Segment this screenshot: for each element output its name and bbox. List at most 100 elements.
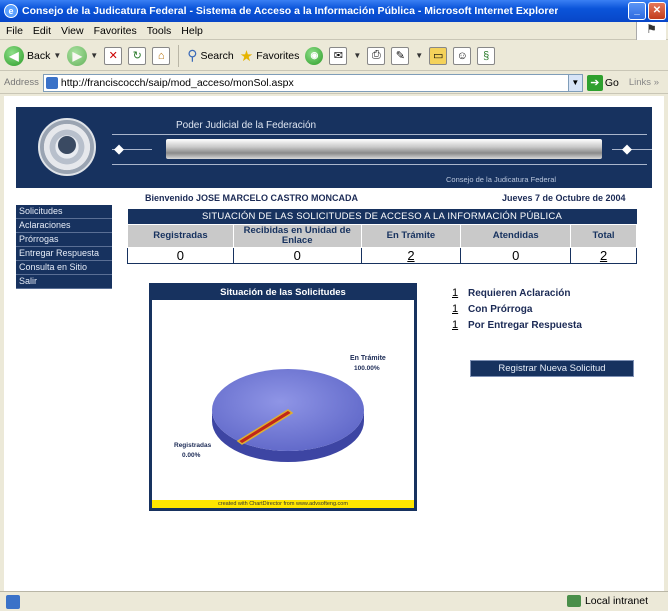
dropdown-arrow-icon: ▼: [90, 51, 99, 60]
list-item: 1 Requieren Aclaración: [452, 285, 582, 301]
header-atendidas: Atendidas: [460, 223, 572, 248]
search-label: Search: [200, 49, 234, 62]
links-button[interactable]: Links »: [629, 77, 659, 88]
page-icon: [45, 76, 58, 89]
menu-favorites[interactable]: Favorites: [94, 25, 137, 37]
address-label: Address: [4, 77, 39, 88]
close-button[interactable]: ✕: [648, 2, 666, 20]
window-title: Consejo de la Judicatura Federal - Siste…: [22, 5, 559, 17]
count-respuesta-link[interactable]: 1: [452, 319, 460, 331]
dropdown-arrow-icon: ▼: [53, 51, 62, 60]
menu-help[interactable]: Help: [181, 25, 203, 37]
menu-bar: File Edit View Favorites Tools Help: [0, 22, 668, 40]
page-content: ◆ ◆ Poder Judicial de la Federación Cons…: [4, 96, 664, 591]
go-arrow-icon: ➔: [586, 74, 603, 91]
media-icon[interactable]: ◉: [305, 46, 324, 65]
home-icon[interactable]: ⌂: [152, 46, 171, 65]
header-banner: ◆ ◆ Poder Judicial de la Federación Cons…: [16, 107, 652, 188]
back-arrow-icon: ◀: [4, 45, 24, 66]
count-aclaracion-link[interactable]: 1: [452, 287, 460, 299]
favorites-button[interactable]: ★ Favorites: [240, 47, 300, 65]
sidebar-item-aclaraciones[interactable]: Aclaraciones: [16, 219, 112, 233]
sidebar-menu: Solicitudes Aclaraciones Prórrogas Entre…: [16, 205, 112, 289]
menu-tools[interactable]: Tools: [147, 25, 172, 37]
current-date: Jueves 7 de Octubre de 2004: [502, 193, 626, 203]
national-seal-logo: [38, 118, 96, 176]
value-recibidas: 0: [232, 246, 362, 264]
print-icon[interactable]: ⎙: [367, 46, 386, 65]
favorites-label: Favorites: [256, 49, 300, 62]
count-aclaracion-label: Requieren Aclaración: [468, 287, 571, 299]
menu-file[interactable]: File: [6, 25, 23, 37]
register-request-button[interactable]: Registrar Nueva Solicitud: [470, 360, 634, 377]
go-button[interactable]: ➔ Go: [586, 74, 619, 91]
header-registradas: Registradas: [127, 223, 234, 248]
count-prorroga-link[interactable]: 1: [452, 303, 460, 315]
search-icon: ⚲: [187, 47, 198, 63]
list-item: 1 Con Prórroga: [452, 301, 582, 317]
table-caption-row: SITUACIÓN DE LAS SOLICITUDES DE ACCESO A…: [127, 209, 637, 224]
diamond-left-icon: ◆: [114, 141, 124, 156]
back-button[interactable]: ◀ Back ▼: [4, 45, 62, 66]
status-bar: Local intranet: [0, 591, 668, 611]
diamond-right-icon: ◆: [622, 141, 632, 156]
sidebar-item-prorrogas[interactable]: Prórrogas: [16, 233, 112, 247]
pie-label-registradas: Registradas: [174, 442, 212, 449]
back-label: Back: [27, 49, 51, 62]
header-en-tramite: En Trámite: [360, 223, 462, 248]
header-total: Total: [570, 223, 637, 248]
folder-icon[interactable]: ▭: [429, 46, 448, 65]
mail-icon[interactable]: ✉: [329, 46, 348, 65]
sidebar-item-entregar-respuesta[interactable]: Entregar Respuesta: [16, 247, 112, 261]
count-prorroga-label: Con Prórroga: [468, 303, 533, 315]
header-recibidas: Recibidas en Unidad de Enlace: [232, 223, 362, 248]
banner-metal-bar: [166, 139, 602, 159]
stop-icon[interactable]: ✕: [104, 46, 123, 65]
links-label: Links: [628, 77, 652, 88]
go-label: Go: [604, 76, 619, 89]
minimize-button[interactable]: _: [628, 2, 646, 20]
address-input[interactable]: http://franciscocch/saip/mod_acceso/monS…: [42, 73, 583, 92]
search-button[interactable]: ⚲ Search: [187, 47, 234, 64]
menu-view[interactable]: View: [61, 25, 84, 37]
refresh-icon[interactable]: ↻: [128, 46, 147, 65]
sidebar-item-solicitudes[interactable]: Solicitudes: [16, 205, 112, 219]
forward-arrow-icon: ▶: [67, 45, 88, 66]
window-controls: _ ✕: [628, 2, 666, 20]
page-status-icon: [6, 595, 20, 609]
value-total-link[interactable]: 2: [570, 246, 637, 264]
vertical-scrollbar[interactable]: [664, 96, 668, 591]
star-icon: ★: [239, 47, 254, 65]
banner-title: Poder Judicial de la Federación: [176, 120, 317, 131]
sidebar-item-salir[interactable]: Salir: [16, 275, 112, 289]
pie-pct-registradas: 0.00%: [182, 452, 201, 459]
pie-chart-panel: Situación de las Solicitudes En Trámite …: [149, 283, 417, 511]
pie-label-en-tramite: En Trámite: [350, 355, 386, 362]
menu-edit[interactable]: Edit: [33, 25, 51, 37]
zone-label: Local intranet: [584, 595, 648, 607]
table-caption: SITUACIÓN DE LAS SOLICITUDES DE ACCESO A…: [127, 209, 637, 224]
address-dropdown-icon[interactable]: ▼: [567, 74, 582, 91]
chart-credit: created with ChartDirector from www.advs…: [152, 500, 414, 508]
edit-icon[interactable]: ✎: [391, 46, 410, 65]
title-bar: e Consejo de la Judicatura Federal - Sis…: [0, 0, 668, 22]
ie-icon: e: [4, 4, 18, 18]
browser-window: e Consejo de la Judicatura Federal - Sis…: [0, 0, 668, 611]
dropdown-arrow-icon: ▼: [353, 51, 362, 60]
list-item: 1 Por Entregar Respuesta: [452, 317, 582, 333]
value-en-tramite-link[interactable]: 2: [360, 246, 462, 264]
sidebar-item-consulta-en-sitio[interactable]: Consulta en Sitio: [16, 261, 112, 275]
messenger-icon[interactable]: ☺: [453, 46, 472, 65]
forward-button[interactable]: ▶ ▼: [67, 45, 99, 66]
address-url: http://franciscocch/saip/mod_acceso/monS…: [60, 76, 294, 89]
banner-subtitle: Consejo de la Judicatura Federal: [446, 175, 557, 184]
count-respuesta-label: Por Entregar Respuesta: [468, 319, 582, 331]
address-bar: Address http://franciscocch/saip/mod_acc…: [0, 72, 668, 94]
table-header-row: Registradas Recibidas en Unidad de Enlac…: [127, 223, 637, 248]
welcome-text: Bienvenido JOSE MARCELO CASTRO MONCADA: [145, 193, 359, 203]
research-icon[interactable]: §: [477, 46, 496, 65]
pie-pct-en-tramite: 100.00%: [354, 365, 380, 372]
value-registradas: 0: [127, 246, 234, 264]
status-summary-table: SITUACIÓN DE LAS SOLICITUDES DE ACCESO A…: [127, 209, 637, 264]
table-row: 0 0 2 0 2: [127, 246, 637, 264]
